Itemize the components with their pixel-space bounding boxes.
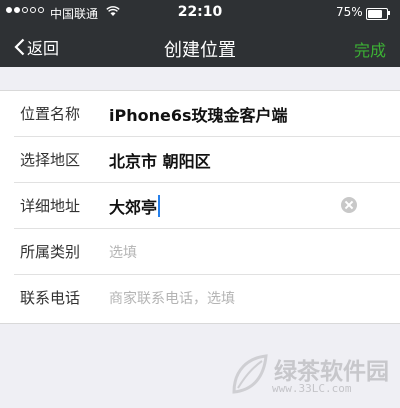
watermark-name: 绿茶软件园	[274, 359, 389, 385]
battery-percentage: 75%	[336, 5, 363, 19]
name-row[interactable]: 位置名称 iPhone6s玫瑰金客户端	[0, 91, 400, 137]
category-field[interactable]: 选填	[109, 242, 137, 262]
address-field[interactable]: 大郊亭	[109, 194, 157, 218]
watermark: 绿茶软件园 www.33LC.com	[230, 352, 400, 402]
name-field[interactable]: iPhone6s玫瑰金客户端	[109, 102, 288, 126]
address-label: 详细地址	[20, 197, 81, 215]
phone-row[interactable]: 联系电话 商家联系电话，选填	[0, 275, 400, 321]
location-form: 位置名称 iPhone6s玫瑰金客户端 选择地区 北京市 朝阳区 详细地址 大郊…	[0, 90, 400, 324]
status-bar: 中国联通 22:10 75%	[0, 0, 400, 28]
region-label: 选择地区	[20, 151, 81, 169]
category-label: 所属类别	[20, 243, 81, 261]
back-label: 返回	[27, 39, 60, 58]
chevron-left-icon	[14, 38, 25, 56]
watermark-url: www.33LC.com	[272, 382, 352, 395]
phone-field[interactable]: 商家联系电话，选填	[109, 288, 235, 308]
region-field[interactable]: 北京市 朝阳区	[109, 148, 211, 172]
clear-icon[interactable]	[341, 197, 357, 213]
battery-icon	[366, 8, 388, 20]
battery-tip	[388, 11, 390, 15]
text-caret	[158, 195, 160, 217]
phone-label: 联系电话	[20, 289, 81, 307]
region-row[interactable]: 选择地区 北京市 朝阳区	[0, 137, 400, 183]
category-row[interactable]: 所属类别 选填	[0, 229, 400, 275]
done-button[interactable]: 完成	[354, 37, 386, 61]
leaf-logo-icon	[232, 354, 268, 394]
name-label: 位置名称	[20, 105, 81, 123]
address-row[interactable]: 详细地址 大郊亭	[0, 183, 400, 229]
navigation-bar: 中国联通 22:10 75% 返回 创建位置 完成	[0, 0, 400, 67]
back-button[interactable]: 返回	[14, 36, 59, 58]
page-title: 创建位置	[164, 40, 236, 61]
